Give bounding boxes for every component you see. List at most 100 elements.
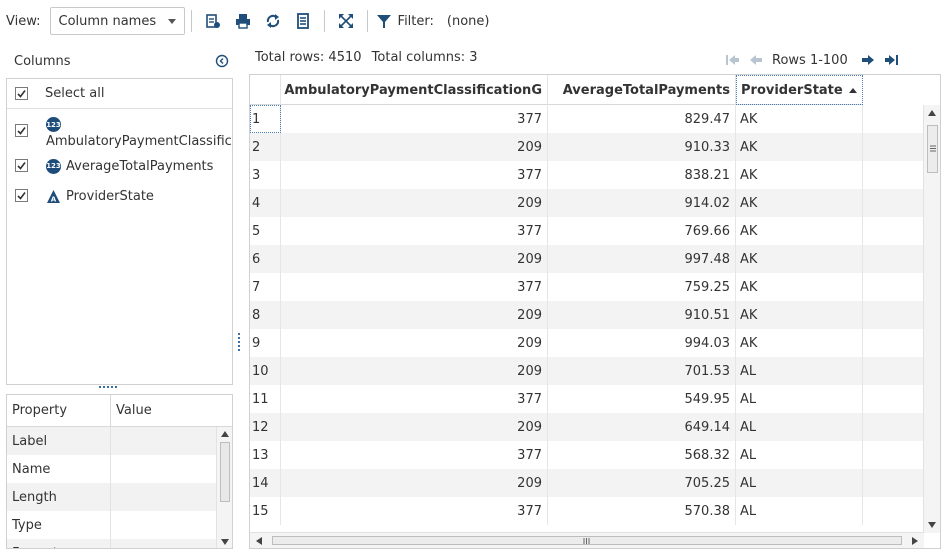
average-payments-cell[interactable]: 910.33	[548, 133, 736, 161]
table-row[interactable]: 4 209 914.02 AK	[250, 189, 924, 217]
row-number-cell[interactable]: 1	[250, 105, 281, 133]
provider-state-cell[interactable]: AK	[736, 189, 863, 217]
classification-cell[interactable]: 377	[281, 273, 548, 301]
provider-state-cell[interactable]: AK	[736, 245, 863, 273]
classification-cell[interactable]: 377	[281, 385, 548, 413]
classification-cell[interactable]: 377	[281, 497, 548, 525]
scroll-down-icon[interactable]	[221, 539, 229, 545]
classification-cell[interactable]: 377	[281, 217, 548, 245]
column-item[interactable]: 123 AverageTotalPayments	[7, 151, 232, 181]
average-payments-cell[interactable]: 570.38	[548, 497, 736, 525]
classification-cell[interactable]: 377	[281, 161, 548, 189]
properties-scroll-thumb[interactable]	[220, 442, 230, 502]
provider-state-cell[interactable]: AK	[736, 217, 863, 245]
provider-state-cell[interactable]: AL	[736, 385, 863, 413]
classification-cell[interactable]: 209	[281, 301, 548, 329]
table-row[interactable]: 12 209 649.14 AL	[250, 413, 924, 441]
classification-cell[interactable]: 209	[281, 329, 548, 357]
table-row[interactable]: 2 209 910.33 AK	[250, 133, 924, 161]
scroll-down-icon[interactable]	[928, 522, 936, 528]
scroll-up-icon[interactable]	[221, 431, 229, 437]
provider-state-cell[interactable]: AK	[736, 301, 863, 329]
previous-page-icon[interactable]	[744, 48, 768, 72]
average-payments-cell[interactable]: 701.53	[548, 357, 736, 385]
scroll-left-icon[interactable]	[256, 537, 262, 545]
average-payments-cell[interactable]: 838.21	[548, 161, 736, 189]
filter-icon[interactable]	[374, 7, 394, 35]
collapse-panel-icon[interactable]	[215, 54, 229, 68]
column-header[interactable]: AverageTotalPayments	[548, 75, 736, 105]
row-number-cell[interactable]: 7	[250, 273, 281, 301]
table-row[interactable]: 1 377 829.47 AK	[250, 105, 924, 133]
select-all-checkbox[interactable]	[15, 87, 28, 100]
average-payments-cell[interactable]: 914.02	[548, 189, 736, 217]
properties-scrollbar[interactable]	[216, 427, 232, 548]
data-source-icon[interactable]	[198, 7, 228, 35]
horizontal-splitter[interactable]	[99, 386, 119, 390]
horizontal-scrollbar[interactable]	[250, 532, 924, 548]
classification-cell[interactable]: 209	[281, 357, 548, 385]
view-select[interactable]: Column names	[49, 7, 185, 35]
row-number-cell[interactable]: 11	[250, 385, 281, 413]
vertical-splitter[interactable]	[238, 333, 240, 353]
average-payments-cell[interactable]: 705.25	[548, 469, 736, 497]
select-all-row[interactable]: Select all	[7, 79, 232, 109]
table-row[interactable]: 7 377 759.25 AK	[250, 273, 924, 301]
provider-state-cell[interactable]: AK	[736, 161, 863, 189]
table-row[interactable]: 8 209 910.51 AK	[250, 301, 924, 329]
column-checkbox[interactable]	[15, 124, 28, 137]
table-row[interactable]: 5 377 769.66 AK	[250, 217, 924, 245]
row-number-cell[interactable]: 3	[250, 161, 281, 189]
refresh-icon[interactable]	[258, 7, 288, 35]
classification-cell[interactable]: 209	[281, 413, 548, 441]
row-number-cell[interactable]: 6	[250, 245, 281, 273]
column-checkbox[interactable]	[15, 159, 28, 172]
classification-cell[interactable]: 209	[281, 245, 548, 273]
row-number-cell[interactable]: 10	[250, 357, 281, 385]
vertical-scroll-thumb[interactable]	[927, 125, 938, 173]
average-payments-cell[interactable]: 997.48	[548, 245, 736, 273]
average-payments-cell[interactable]: 994.03	[548, 329, 736, 357]
horizontal-scroll-thumb[interactable]	[272, 536, 902, 545]
provider-state-cell[interactable]: AK	[736, 273, 863, 301]
table-row[interactable]: 3 377 838.21 AK	[250, 161, 924, 189]
filter-value[interactable]: (none)	[447, 14, 490, 29]
average-payments-cell[interactable]: 829.47	[548, 105, 736, 133]
expand-icon[interactable]	[331, 7, 361, 35]
column-header[interactable]: AmbulatoryPaymentClassificationG	[281, 75, 548, 105]
row-number-cell[interactable]: 15	[250, 497, 281, 525]
row-number-cell[interactable]: 4	[250, 189, 281, 217]
average-payments-cell[interactable]: 568.32	[548, 441, 736, 469]
row-number-cell[interactable]: 14	[250, 469, 281, 497]
next-page-icon[interactable]	[856, 48, 880, 72]
row-number-cell[interactable]: 9	[250, 329, 281, 357]
row-number-cell[interactable]: 2	[250, 133, 281, 161]
column-item[interactable]: A ProviderState	[7, 181, 232, 211]
provider-state-cell[interactable]: AL	[736, 469, 863, 497]
provider-state-cell[interactable]: AL	[736, 497, 863, 525]
print-icon[interactable]	[228, 7, 258, 35]
average-payments-cell[interactable]: 649.14	[548, 413, 736, 441]
provider-state-cell[interactable]: AL	[736, 357, 863, 385]
table-row[interactable]: 11 377 549.95 AL	[250, 385, 924, 413]
average-payments-cell[interactable]: 910.51	[548, 301, 736, 329]
provider-state-cell[interactable]: AK	[736, 133, 863, 161]
provider-state-cell[interactable]: AL	[736, 441, 863, 469]
average-payments-cell[interactable]: 759.25	[548, 273, 736, 301]
provider-state-cell[interactable]: AK	[736, 329, 863, 357]
scroll-right-icon[interactable]	[912, 537, 918, 545]
average-payments-cell[interactable]: 769.66	[548, 217, 736, 245]
last-page-icon[interactable]	[880, 48, 904, 72]
vertical-scrollbar[interactable]	[923, 105, 940, 533]
row-number-cell[interactable]: 5	[250, 217, 281, 245]
scroll-up-icon[interactable]	[928, 110, 936, 116]
row-number-cell[interactable]: 13	[250, 441, 281, 469]
table-row[interactable]: 6 209 997.48 AK	[250, 245, 924, 273]
table-row[interactable]: 15 377 570.38 AL	[250, 497, 924, 525]
table-row[interactable]: 14 209 705.25 AL	[250, 469, 924, 497]
column-header-sorted[interactable]: ProviderState	[736, 75, 863, 105]
row-number-cell[interactable]: 8	[250, 301, 281, 329]
provider-state-cell[interactable]: AK	[736, 105, 863, 133]
column-item[interactable]: 123 AmbulatoryPaymentClassific	[7, 109, 232, 151]
classification-cell[interactable]: 209	[281, 469, 548, 497]
